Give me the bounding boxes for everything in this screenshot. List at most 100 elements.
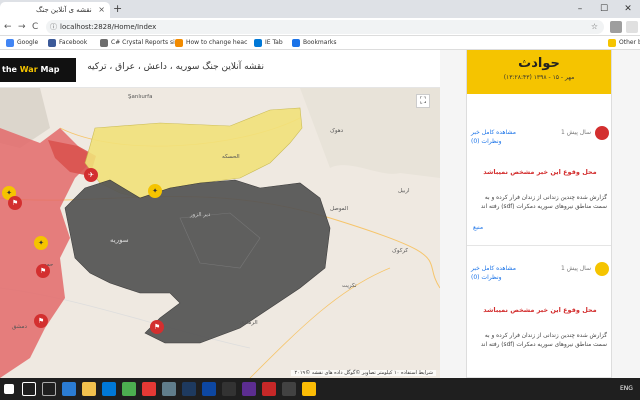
- address-bar-row: ← → C ⓘ localhost:2828/Home/Index ☆: [0, 18, 640, 36]
- news-item: سال پیش 1 مشاهده کامل خبر ونظرات (0) محل…: [467, 126, 611, 246]
- bookmark-label: Facebook: [59, 39, 88, 46]
- events-sidebar: حوادث مهر - ۱۵ - ۱۳۹۸ (۱۳:۲۸:۴۳) سال پیش…: [466, 50, 612, 378]
- forward-button[interactable]: →: [18, 18, 26, 36]
- news-age: سال پیش 1: [561, 129, 591, 136]
- chrome-icon[interactable]: [302, 382, 316, 396]
- edge-icon[interactable]: [62, 382, 76, 396]
- map-label: دمشق: [12, 324, 27, 330]
- map-label: الرمادی: [240, 320, 258, 326]
- page: the War Map نقشه آنلاین جنگ سوریه ، داعش…: [0, 50, 640, 378]
- site-logo[interactable]: the War Map: [0, 58, 76, 82]
- logo-text-accent: War: [19, 65, 38, 74]
- folder-icon: [608, 39, 616, 47]
- map-label: الحسکه: [222, 154, 240, 160]
- page-gutter: [612, 50, 640, 378]
- browser-tab-strip: نقشه ی آنلاین جنگ × + – ☐ ✕: [0, 0, 640, 18]
- logo-text: the: [2, 65, 17, 74]
- bookmark-bookmarks[interactable]: Bookmarks: [292, 36, 337, 50]
- news-badge-icon: [595, 126, 609, 140]
- star-icon: [292, 39, 300, 47]
- new-tab-button[interactable]: +: [113, 2, 122, 15]
- news-text: گزارش شده چندین زندانی از زندان فرار کرد…: [480, 333, 607, 348]
- map-label: الموصل: [330, 206, 349, 212]
- url-text: localhost:2828/Home/Index: [60, 23, 157, 31]
- photoshop-icon[interactable]: [202, 382, 216, 396]
- visual-studio-icon[interactable]: [242, 382, 256, 396]
- bookmark-star-icon[interactable]: ☆: [591, 20, 598, 34]
- maximize-button[interactable]: ☐: [592, 0, 616, 18]
- page-icon: [100, 39, 108, 47]
- menu-icon[interactable]: [626, 21, 638, 33]
- news-text: گزارش شده چندین زندانی از زندان فرار کرد…: [480, 195, 607, 210]
- page-icon: [175, 39, 183, 47]
- map-label: دیر الزور: [190, 212, 211, 218]
- extension-icon[interactable]: [610, 21, 622, 33]
- start-icon[interactable]: [4, 384, 14, 394]
- file-explorer-icon[interactable]: [82, 382, 96, 396]
- minimize-button[interactable]: –: [568, 0, 592, 18]
- bookmark-label: Other bo: [619, 39, 640, 46]
- bookmark-how-to-change[interactable]: How to change heac: [175, 36, 247, 50]
- bookmark-label: How to change heac: [186, 39, 248, 46]
- sidebar-date: مهر - ۱۵ - ۱۳۹۸ (۱۳:۲۸:۴۳): [503, 74, 575, 81]
- bookmark-crystal-reports[interactable]: C# Crystal Reports si: [100, 36, 175, 50]
- map-canvas[interactable]: [0, 88, 440, 378]
- news-read-more-link[interactable]: مشاهده کامل خبر ونظرات (0): [471, 128, 531, 146]
- map-marker-red[interactable]: ⚑: [36, 264, 50, 278]
- app-icon[interactable]: [182, 382, 196, 396]
- news-age: سال پیش 1: [561, 265, 591, 272]
- task-view-icon[interactable]: [42, 382, 56, 396]
- browser-tab[interactable]: نقشه ی آنلاین جنگ ×: [0, 2, 110, 18]
- war-map[interactable]: Şanlıurfa سوریه الموصل کرکوک دهوک اربیل …: [0, 88, 440, 378]
- map-label: Şanlıurfa: [128, 94, 153, 100]
- windows-taskbar: ENG: [0, 378, 640, 400]
- reload-button[interactable]: C: [32, 18, 38, 36]
- tab-close-icon[interactable]: ×: [98, 2, 105, 18]
- search-icon[interactable]: [22, 382, 36, 396]
- news-location: محل وقوع این خبر مشخص نمیباشد: [483, 306, 597, 314]
- bookmark-label: C# Crystal Reports si: [111, 39, 175, 46]
- app-icon[interactable]: [222, 382, 236, 396]
- close-window-button[interactable]: ✕: [616, 0, 640, 18]
- map-label: دهوک: [330, 128, 344, 134]
- app-icon[interactable]: [122, 382, 136, 396]
- news-badge-icon: [595, 262, 609, 276]
- back-button[interactable]: ←: [4, 18, 12, 36]
- map-marker-red[interactable]: ⚑: [34, 314, 48, 328]
- url-field[interactable]: ⓘ localhost:2828/Home/Index ☆: [46, 20, 604, 34]
- bookmark-google[interactable]: Google: [6, 36, 38, 50]
- google-icon: [6, 39, 14, 47]
- bookmarks-bar: Google Facebook C# Crystal Reports si Ho…: [0, 36, 640, 50]
- map-label: سوریه: [110, 236, 129, 244]
- bookmark-facebook[interactable]: Facebook: [48, 36, 87, 50]
- tab-title: نقشه ی آنلاین جنگ: [36, 6, 92, 14]
- news-source-link[interactable]: منبع: [473, 224, 483, 231]
- news-location: محل وقوع این خبر مشخص نمیباشد: [483, 168, 597, 176]
- bookmark-ie-tab[interactable]: IE Tab: [254, 36, 283, 50]
- bookmark-label: Bookmarks: [303, 39, 337, 46]
- map-marker-yellow[interactable]: ✦: [148, 184, 162, 198]
- app-icon[interactable]: [262, 382, 276, 396]
- facebook-icon: [48, 39, 56, 47]
- map-label: تکریت: [342, 283, 357, 289]
- app-icon[interactable]: [162, 382, 176, 396]
- keyboard-language[interactable]: ENG: [620, 378, 633, 400]
- news-item: سال پیش 1 مشاهده کامل خبر ونظرات (0) محل…: [467, 262, 611, 378]
- app-icon[interactable]: [282, 382, 296, 396]
- map-label: کرکوک: [392, 248, 409, 254]
- map-marker-red[interactable]: ⚑: [8, 196, 22, 210]
- map-marker-red[interactable]: ⚑: [150, 320, 164, 334]
- site-info-icon[interactable]: ⓘ: [50, 20, 57, 34]
- fullscreen-button[interactable]: ⛶: [416, 94, 430, 108]
- app-icon[interactable]: [142, 382, 156, 396]
- bookmark-other[interactable]: Other bo: [608, 36, 640, 50]
- store-icon[interactable]: [102, 382, 116, 396]
- ie-icon: [254, 39, 262, 47]
- bookmark-label: Google: [17, 39, 39, 46]
- sidebar-header: حوادث مهر - ۱۵ - ۱۳۹۸ (۱۳:۲۸:۴۳): [467, 50, 611, 94]
- map-label: اربیل: [398, 188, 410, 194]
- map-marker-yellow[interactable]: ✦: [34, 236, 48, 250]
- news-read-more-link[interactable]: مشاهده کامل خبر ونظرات (0): [471, 264, 531, 282]
- site-header: the War Map نقشه آنلاین جنگ سوریه ، داعش…: [0, 50, 440, 88]
- map-marker-red[interactable]: ✈: [84, 168, 98, 182]
